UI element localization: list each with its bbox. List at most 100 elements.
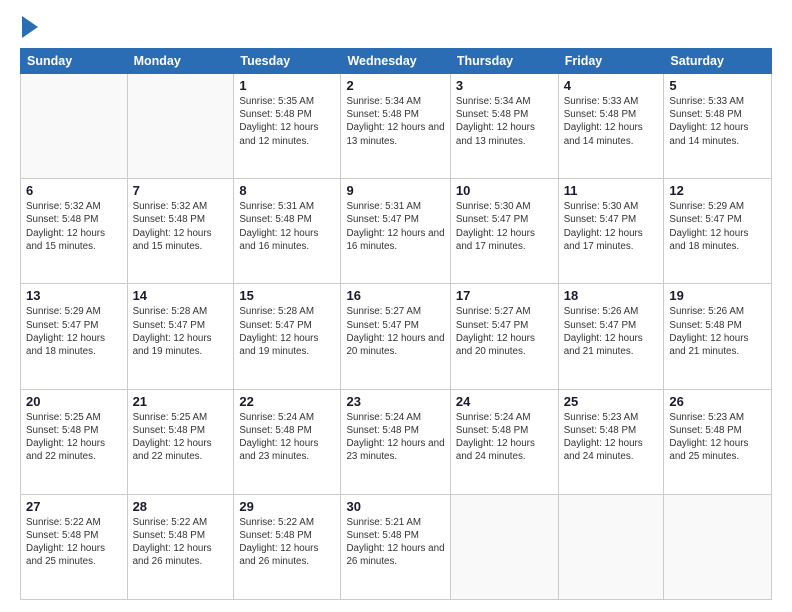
day-info: Sunrise: 5:30 AMSunset: 5:47 PMDaylight:… — [456, 200, 553, 253]
day-info: Sunrise: 5:35 AMSunset: 5:48 PMDaylight:… — [239, 95, 335, 148]
table-row: 3 Sunrise: 5:34 AMSunset: 5:48 PMDaylight… — [450, 74, 558, 179]
day-number: 5 — [669, 78, 766, 93]
table-row: 2Sunrise: 5:34 AMSunset: 5:48 PMDaylight… — [341, 74, 450, 179]
day-number: 30 — [346, 499, 444, 514]
day-info: Sunrise: 5:23 AMSunset: 5:48 PMDaylight:… — [669, 411, 766, 464]
col-saturday: Saturday — [664, 49, 772, 74]
table-row: 28 Sunrise: 5:22 AMSunset: 5:48 PMDayligh… — [127, 494, 234, 599]
weekday-header-row: Sunday Monday Tuesday Wednesday Thursday… — [21, 49, 772, 74]
table-row: 17Sunrise: 5:27 AMSunset: 5:47 PMDayligh… — [450, 284, 558, 389]
day-info: Sunrise: 5:23 AMSunset: 5:48 PMDaylight:… — [564, 411, 659, 464]
day-info: Sunrise: 5:24 AMSunset: 5:48 PMDaylight:… — [456, 411, 553, 464]
calendar-row: 1 Sunrise: 5:35 AMSunset: 5:48 PMDaylight… — [21, 74, 772, 179]
day-info: Sunrise: 5:22 AMSunset: 5:48 PMDaylight:… — [26, 516, 122, 569]
day-info: Sunrise: 5:21 AMSunset: 5:48 PMDaylight:… — [346, 516, 444, 569]
table-row: 16Sunrise: 5:27 AMSunset: 5:47 PMDayligh… — [341, 284, 450, 389]
day-number: 1 — [239, 78, 335, 93]
day-info: Sunrise: 5:31 AMSunset: 5:48 PMDaylight:… — [239, 200, 335, 253]
day-number: 23 — [346, 394, 444, 409]
table-row: 12Sunrise: 5:29 AMSunset: 5:47 PMDayligh… — [664, 179, 772, 284]
table-row: 9 Sunrise: 5:31 AMSunset: 5:47 PMDaylight… — [341, 179, 450, 284]
day-number: 2 — [346, 78, 444, 93]
table-row: 21 Sunrise: 5:25 AMSunset: 5:48 PMDayligh… — [127, 389, 234, 494]
day-number: 24 — [456, 394, 553, 409]
day-number: 29 — [239, 499, 335, 514]
calendar-table: Sunday Monday Tuesday Wednesday Thursday… — [20, 48, 772, 600]
table-row: 7 Sunrise: 5:32 AMSunset: 5:48 PMDaylight… — [127, 179, 234, 284]
day-info: Sunrise: 5:24 AMSunset: 5:48 PMDaylight:… — [346, 411, 444, 464]
day-info: Sunrise: 5:27 AMSunset: 5:47 PMDaylight:… — [456, 305, 553, 358]
col-sunday: Sunday — [21, 49, 128, 74]
col-friday: Friday — [558, 49, 664, 74]
table-row: 13 Sunrise: 5:29 AMSunset: 5:47 PMDayligh… — [21, 284, 128, 389]
header — [20, 16, 772, 38]
day-number: 21 — [133, 394, 229, 409]
table-row: 22Sunrise: 5:24 AMSunset: 5:48 PMDayligh… — [234, 389, 341, 494]
col-monday: Monday — [127, 49, 234, 74]
day-number: 28 — [133, 499, 229, 514]
day-info: Sunrise: 5:31 AMSunset: 5:47 PMDaylight:… — [346, 200, 444, 253]
day-number: 27 — [26, 499, 122, 514]
table-row: 18 Sunrise: 5:26 AMSunset: 5:47 PMDayligh… — [558, 284, 664, 389]
day-info: Sunrise: 5:28 AMSunset: 5:47 PMDaylight:… — [239, 305, 335, 358]
day-info: Sunrise: 5:26 AMSunset: 5:47 PMDaylight:… — [564, 305, 659, 358]
table-row: 27 Sunrise: 5:22 AMSunset: 5:48 PMDayligh… — [21, 494, 128, 599]
table-row: 1 Sunrise: 5:35 AMSunset: 5:48 PMDaylight… — [234, 74, 341, 179]
table-row: 29 Sunrise: 5:22 AMSunset: 5:48 PMDayligh… — [234, 494, 341, 599]
calendar-row: 20 Sunrise: 5:25 AMSunset: 5:48 PMDayligh… — [21, 389, 772, 494]
table-row: 5Sunrise: 5:33 AMSunset: 5:48 PMDaylight… — [664, 74, 772, 179]
table-row — [664, 494, 772, 599]
table-row — [21, 74, 128, 179]
day-info: Sunrise: 5:22 AMSunset: 5:48 PMDaylight:… — [239, 516, 335, 569]
day-number: 11 — [564, 183, 659, 198]
day-number: 3 — [456, 78, 553, 93]
table-row: 4 Sunrise: 5:33 AMSunset: 5:48 PMDaylight… — [558, 74, 664, 179]
day-number: 20 — [26, 394, 122, 409]
day-number: 14 — [133, 288, 229, 303]
day-info: Sunrise: 5:33 AMSunset: 5:48 PMDaylight:… — [564, 95, 659, 148]
table-row: 23 Sunrise: 5:24 AMSunset: 5:48 PMDayligh… — [341, 389, 450, 494]
calendar-row: 6 Sunrise: 5:32 AMSunset: 5:48 PMDaylight… — [21, 179, 772, 284]
day-info: Sunrise: 5:32 AMSunset: 5:48 PMDaylight:… — [133, 200, 229, 253]
table-row — [127, 74, 234, 179]
page: Sunday Monday Tuesday Wednesday Thursday… — [0, 0, 792, 612]
day-info: Sunrise: 5:30 AMSunset: 5:47 PMDaylight:… — [564, 200, 659, 253]
table-row — [450, 494, 558, 599]
day-info: Sunrise: 5:25 AMSunset: 5:48 PMDaylight:… — [26, 411, 122, 464]
table-row — [558, 494, 664, 599]
day-info: Sunrise: 5:25 AMSunset: 5:48 PMDaylight:… — [133, 411, 229, 464]
day-info: Sunrise: 5:22 AMSunset: 5:48 PMDaylight:… — [133, 516, 229, 569]
day-number: 13 — [26, 288, 122, 303]
day-info: Sunrise: 5:34 AMSunset: 5:48 PMDaylight:… — [456, 95, 553, 148]
day-number: 25 — [564, 394, 659, 409]
day-number: 26 — [669, 394, 766, 409]
logo-area — [20, 16, 38, 38]
table-row: 10 Sunrise: 5:30 AMSunset: 5:47 PMDayligh… — [450, 179, 558, 284]
day-number: 7 — [133, 183, 229, 198]
logo-triangle-icon — [22, 16, 38, 38]
table-row: 15 Sunrise: 5:28 AMSunset: 5:47 PMDayligh… — [234, 284, 341, 389]
day-number: 19 — [669, 288, 766, 303]
table-row: 6Sunrise: 5:32 AMSunset: 5:48 PMDaylight… — [21, 179, 128, 284]
table-row: 19Sunrise: 5:26 AMSunset: 5:48 PMDayligh… — [664, 284, 772, 389]
col-tuesday: Tuesday — [234, 49, 341, 74]
calendar-row: 13 Sunrise: 5:29 AMSunset: 5:47 PMDayligh… — [21, 284, 772, 389]
table-row: 26 Sunrise: 5:23 AMSunset: 5:48 PMDayligh… — [664, 389, 772, 494]
day-number: 8 — [239, 183, 335, 198]
table-row: 11 Sunrise: 5:30 AMSunset: 5:47 PMDayligh… — [558, 179, 664, 284]
day-number: 18 — [564, 288, 659, 303]
day-info: Sunrise: 5:29 AMSunset: 5:47 PMDaylight:… — [26, 305, 122, 358]
table-row: 24 Sunrise: 5:24 AMSunset: 5:48 PMDayligh… — [450, 389, 558, 494]
day-number: 10 — [456, 183, 553, 198]
day-number: 9 — [346, 183, 444, 198]
day-number: 6 — [26, 183, 122, 198]
day-number: 4 — [564, 78, 659, 93]
table-row: 14Sunrise: 5:28 AMSunset: 5:47 PMDayligh… — [127, 284, 234, 389]
day-number: 15 — [239, 288, 335, 303]
table-row: 8 Sunrise: 5:31 AMSunset: 5:48 PMDaylight… — [234, 179, 341, 284]
table-row: 30 Sunrise: 5:21 AMSunset: 5:48 PMDayligh… — [341, 494, 450, 599]
table-row: 20 Sunrise: 5:25 AMSunset: 5:48 PMDayligh… — [21, 389, 128, 494]
day-info: Sunrise: 5:29 AMSunset: 5:47 PMDaylight:… — [669, 200, 766, 253]
day-info: Sunrise: 5:24 AMSunset: 5:48 PMDaylight:… — [239, 411, 335, 464]
day-info: Sunrise: 5:27 AMSunset: 5:47 PMDaylight:… — [346, 305, 444, 358]
